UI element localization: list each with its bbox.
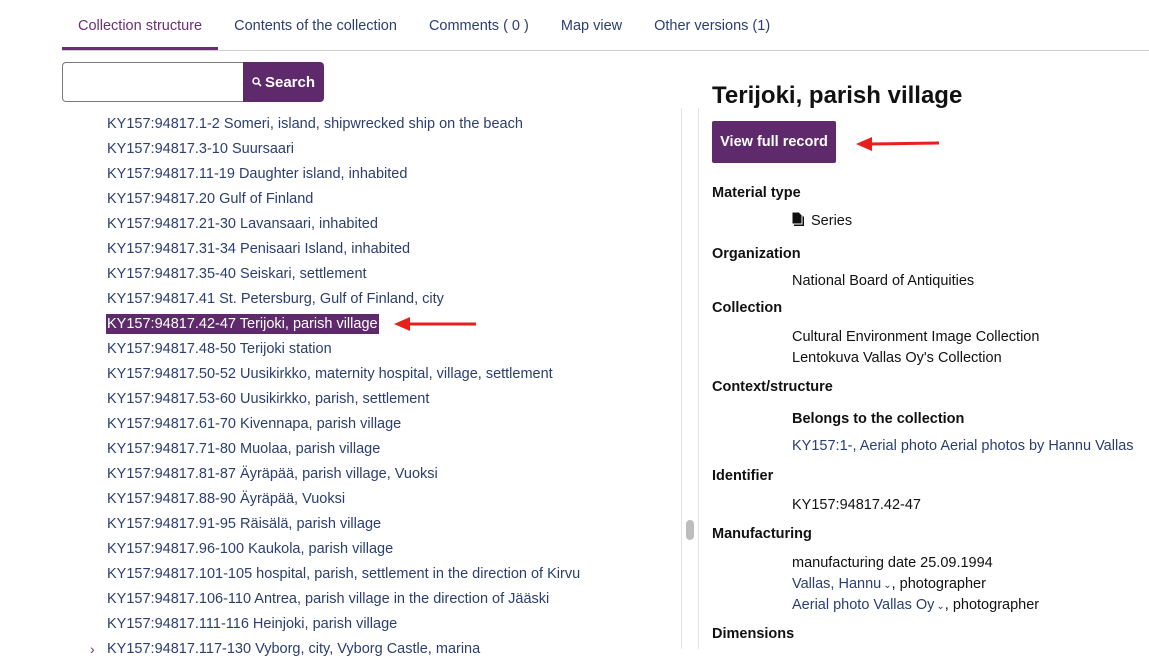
tree-item[interactable]: KY157:94817.3-10 Suursaari bbox=[107, 139, 294, 159]
organization-value: National Board of Antiquities bbox=[792, 273, 975, 289]
identifier-label: Identifier bbox=[712, 468, 774, 484]
tree-item[interactable]: KY157:94817.1-2 Someri, island, shipwrec… bbox=[107, 114, 523, 134]
tree-item[interactable]: KY157:94817.101-105 hospital, parish, se… bbox=[107, 564, 580, 584]
maker-row: Aerial photo Vallas Oy ⌄, photographer bbox=[792, 596, 1039, 616]
tree-item[interactable]: KY157:94817.53-60 Uusikirkko, parish, se… bbox=[107, 389, 429, 409]
chevron-down-icon[interactable]: ⌄ bbox=[883, 580, 891, 591]
collection-value: Lentokuva Vallas Oy's Collection bbox=[792, 350, 1002, 366]
chevron-down-icon[interactable]: ⌄ bbox=[936, 601, 944, 612]
tree-item[interactable]: KY157:94817.20 Gulf of Finland bbox=[107, 189, 313, 209]
tree-item[interactable]: KY157:94817.21-30 Lavansaari, inhabited bbox=[107, 214, 378, 234]
tab-comments[interactable]: Comments ( 0 ) bbox=[413, 0, 545, 50]
tree-item[interactable]: KY157:94817.96-100 Kaukola, parish villa… bbox=[107, 539, 393, 559]
collection-value: Cultural Environment Image Collection bbox=[792, 329, 1040, 345]
tree-item[interactable]: KY157:94817.11-19 Daughter island, inhab… bbox=[107, 164, 407, 184]
search-icon bbox=[252, 77, 262, 87]
tree-scrollbar[interactable] bbox=[681, 108, 699, 649]
collection-label: Collection bbox=[712, 300, 783, 316]
tree-item[interactable]: KY157:94817.35-40 Seiskari, settlement bbox=[107, 264, 367, 284]
maker-link[interactable]: Vallas, Hannu bbox=[792, 576, 881, 592]
tab-collection-structure[interactable]: Collection structure bbox=[62, 0, 219, 50]
search-button-label: Search bbox=[264, 73, 316, 91]
context-label: Context/structure bbox=[712, 379, 833, 395]
tab-contents[interactable]: Contents of the collection bbox=[218, 0, 413, 50]
tree-item[interactable]: KY157:94817.106-110 Antrea, parish villa… bbox=[107, 589, 549, 609]
tree-item[interactable]: KY157:94817.81-87 Äyräpää, parish villag… bbox=[107, 464, 438, 484]
material-type-value: Series bbox=[791, 211, 853, 232]
tree-item[interactable]: KY157:94817.31-34 Penisaari Island, inha… bbox=[107, 239, 410, 259]
document-icon bbox=[791, 211, 805, 232]
annotation-arrow-icon bbox=[856, 137, 940, 151]
maker-row: Vallas, Hannu ⌄, photographer bbox=[792, 575, 986, 595]
tree-item[interactable]: KY157:94817.61-70 Kivennapa, parish vill… bbox=[107, 414, 401, 434]
tree-item[interactable]: KY157:94817.117-130 Vyborg, city, Vyborg… bbox=[107, 639, 480, 659]
tree-item[interactable]: KY157:94817.50-52 Uusikirkko, maternity … bbox=[107, 364, 553, 384]
tree-item[interactable]: KY157:94817.48-50 Terijoki station bbox=[107, 339, 332, 359]
annotation-arrow-icon bbox=[394, 317, 476, 331]
dimensions-label: Dimensions bbox=[712, 626, 795, 642]
search-input[interactable] bbox=[62, 62, 243, 102]
tab-bar: Collection structure Contents of the col… bbox=[62, 0, 1149, 51]
belongs-to-label: Belongs to the collection bbox=[792, 411, 965, 427]
organization-label: Organization bbox=[712, 246, 801, 262]
scrollbar-thumb[interactable] bbox=[686, 520, 694, 540]
tree-item[interactable]: KY157:94817.111-116 Heinjoki, parish vil… bbox=[107, 614, 397, 634]
tab-map-view[interactable]: Map view bbox=[545, 0, 638, 50]
maker-link[interactable]: Aerial photo Vallas Oy bbox=[792, 597, 934, 613]
manufacturing-label: Manufacturing bbox=[712, 526, 812, 542]
tree-item[interactable]: KY157:94817.88-90 Äyräpää, Vuoksi bbox=[107, 489, 345, 509]
view-full-record-button[interactable]: View full record bbox=[712, 121, 836, 163]
search-button[interactable]: Search bbox=[243, 62, 324, 102]
maker-role: , photographer bbox=[891, 576, 986, 592]
tree-item[interactable]: KY157:94817.91-95 Räisälä, parish villag… bbox=[107, 514, 381, 534]
tree-item[interactable]: KY157:94817.71-80 Muolaa, parish village bbox=[107, 439, 380, 459]
tree-search: Search bbox=[62, 62, 324, 102]
record-title: Terijoki, parish village bbox=[712, 82, 963, 109]
tab-other-versions[interactable]: Other versions (1) bbox=[638, 0, 786, 50]
parent-collection-link[interactable]: KY157:1-, Aerial photo Aerial photos by … bbox=[792, 437, 1134, 455]
chevron-right-icon[interactable]: › bbox=[90, 639, 95, 659]
material-type-text: Series bbox=[811, 213, 853, 229]
manufacturing-date: manufacturing date 25.09.1994 bbox=[792, 555, 993, 571]
tree-item[interactable]: KY157:94817.41 St. Petersburg, Gulf of F… bbox=[107, 289, 444, 309]
material-type-label: Material type bbox=[712, 185, 801, 201]
tree-item-selected[interactable]: KY157:94817.42-47 Terijoki, parish villa… bbox=[106, 314, 379, 334]
identifier-value: KY157:94817.42-47 bbox=[792, 497, 921, 513]
maker-role: , photographer bbox=[944, 597, 1040, 613]
